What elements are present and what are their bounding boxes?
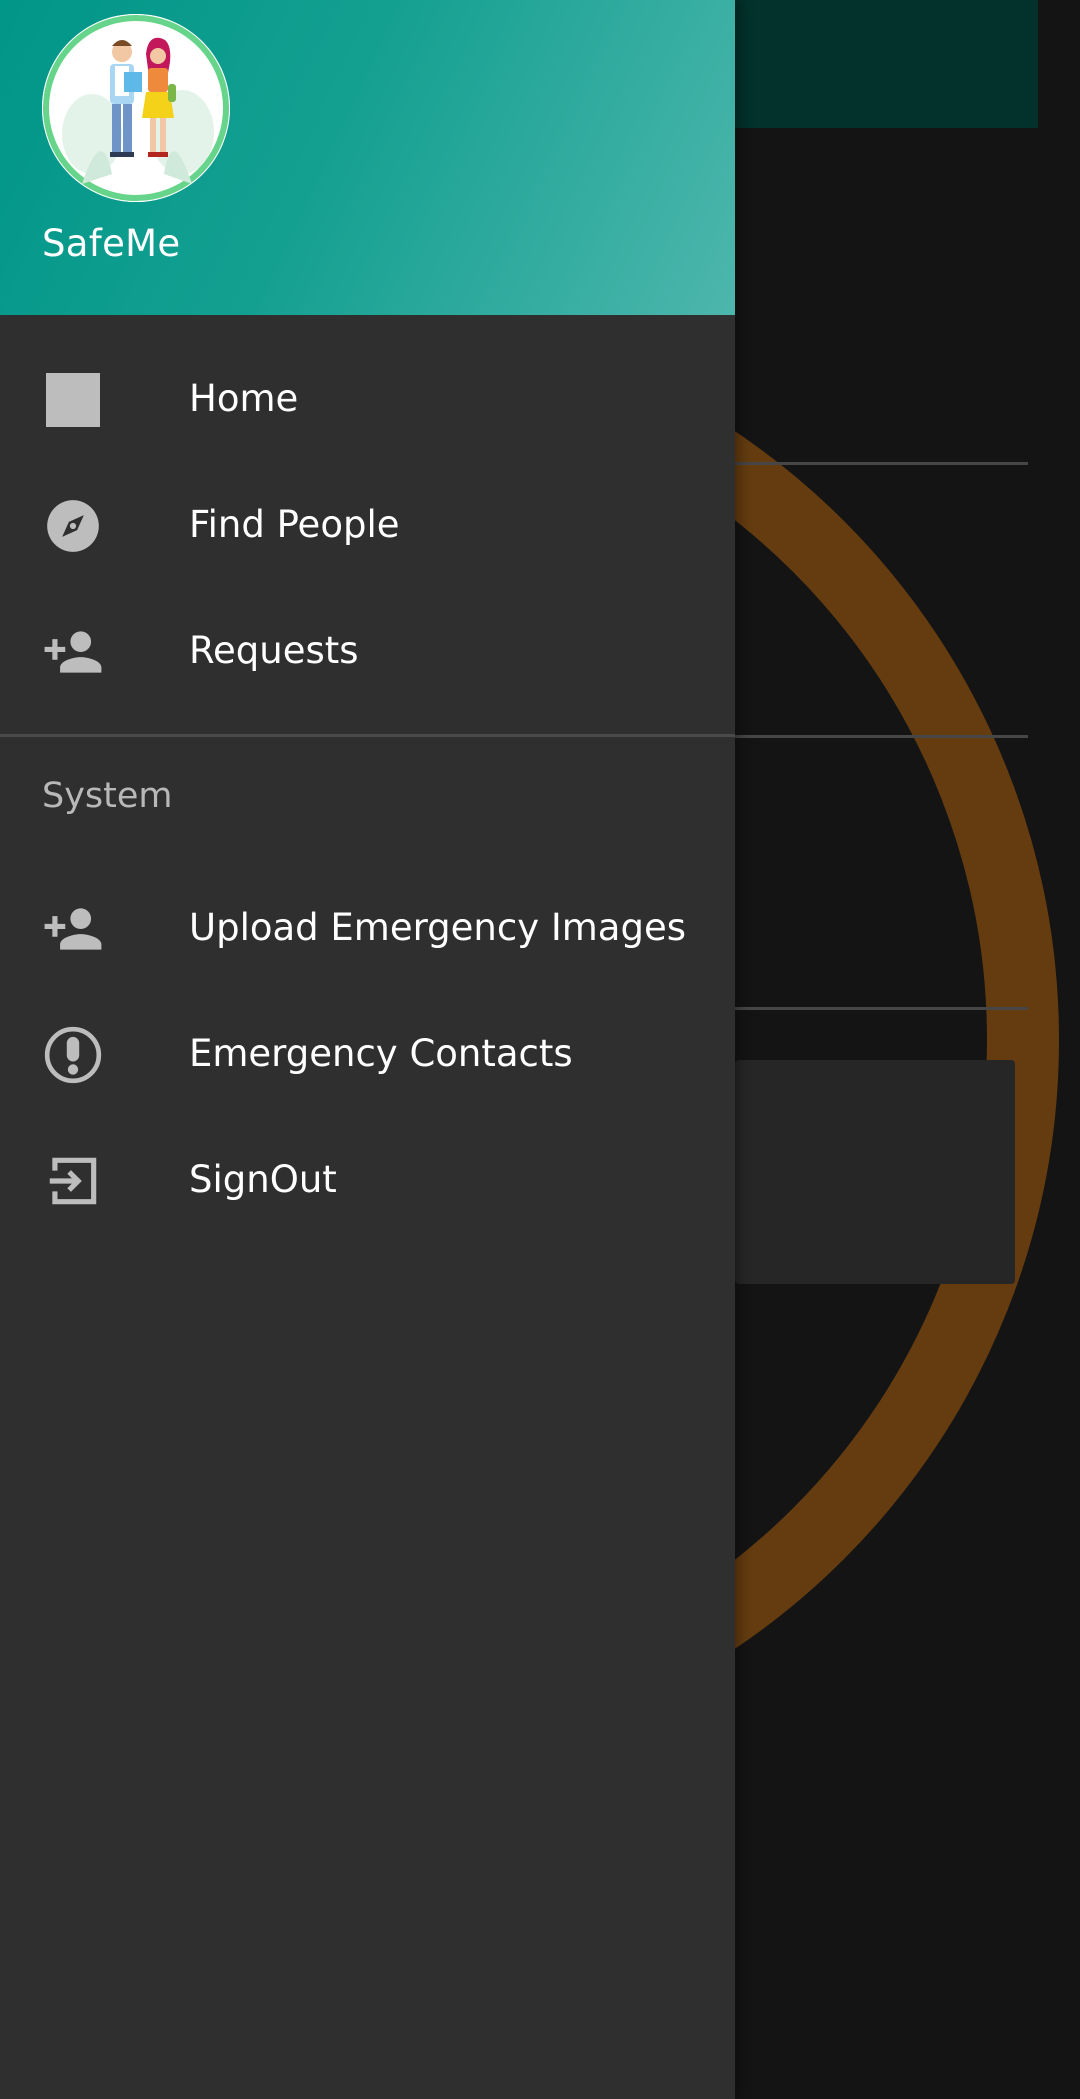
menu-item-upload-emergency-images[interactable]: Upload Emergency Images <box>0 865 735 991</box>
person-add-icon <box>42 898 104 960</box>
background-divider <box>735 735 1028 738</box>
menu-item-label: Home <box>189 377 299 420</box>
menu-item-label: Emergency Contacts <box>189 1032 573 1075</box>
background-divider <box>735 462 1028 465</box>
compass-icon <box>42 495 104 557</box>
couple-illustration <box>42 14 230 202</box>
alert-circle-icon <box>42 1024 104 1086</box>
menu-item-emergency-contacts[interactable]: Emergency Contacts <box>0 991 735 1117</box>
background-divider <box>735 1007 1028 1010</box>
avatar <box>42 14 230 202</box>
person-add-icon <box>42 621 104 683</box>
app-name: SafeMe <box>42 222 181 265</box>
menu-item-home[interactable]: Home <box>0 336 735 462</box>
menu-item-label: Find People <box>189 503 400 546</box>
menu-item-label: SignOut <box>189 1158 337 1201</box>
menu-item-label: Requests <box>189 629 359 672</box>
menu-item-requests[interactable]: Requests <box>0 588 735 714</box>
menu-divider <box>0 734 735 737</box>
exit-icon <box>42 1150 104 1212</box>
drawer-header: SafeMe <box>0 0 735 315</box>
background-card <box>735 1060 1015 1284</box>
navigation-drawer: SafeMe Home Find People Requests System … <box>0 0 735 2099</box>
menu-item-signout[interactable]: SignOut <box>0 1117 735 1243</box>
square-icon <box>42 369 104 431</box>
section-title-system: System <box>42 776 173 816</box>
menu-item-find-people[interactable]: Find People <box>0 462 735 588</box>
menu-item-label: Upload Emergency Images <box>189 906 687 949</box>
